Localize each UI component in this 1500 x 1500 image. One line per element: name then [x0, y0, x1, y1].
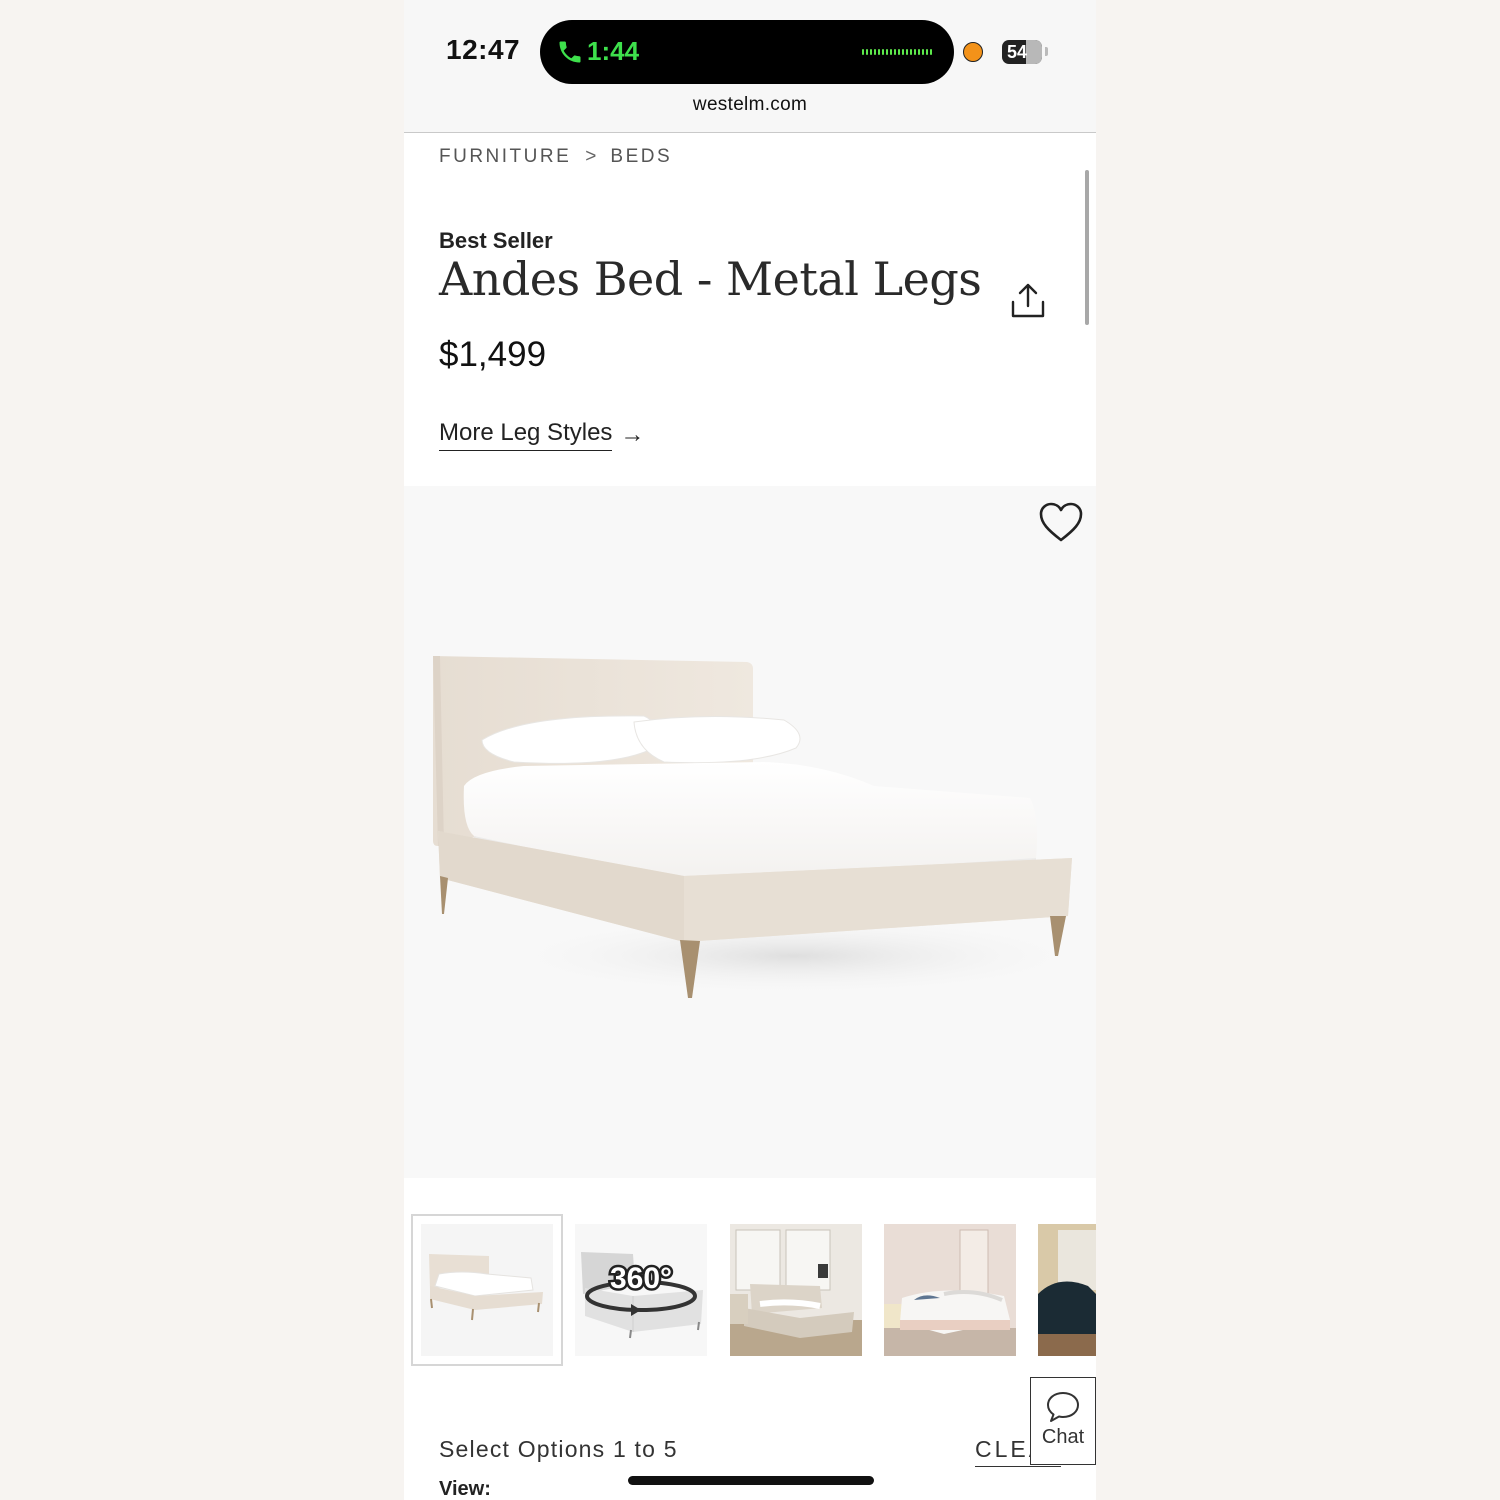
breadcrumb-item-beds[interactable]: BEDS [610, 146, 672, 168]
url-bar[interactable]: westelm.com [404, 94, 1096, 116]
more-leg-styles-link[interactable]: More Leg Styles → [439, 419, 644, 451]
thumbnail-360-view[interactable]: 360° [575, 1224, 707, 1356]
product-price: $1,499 [439, 335, 547, 374]
select-options-heading: Select Options 1 to 5 [439, 1436, 678, 1462]
badge-360-label: 360° [610, 1262, 672, 1295]
bed-illustration [433, 656, 1094, 998]
battery-icon: 54 [1002, 40, 1042, 64]
speech-bubble-icon [1047, 1392, 1079, 1422]
thumbnail-3[interactable] [730, 1224, 862, 1356]
share-icon[interactable] [1010, 281, 1046, 319]
thumbnail-5[interactable] [1038, 1224, 1096, 1356]
breadcrumb: FURNITURE > BEDS [439, 146, 672, 168]
thumbnail-1[interactable] [421, 1224, 553, 1356]
chat-button[interactable]: Chat [1030, 1377, 1096, 1465]
view-label: View: [439, 1478, 491, 1500]
home-indicator[interactable] [628, 1476, 874, 1485]
phone-icon [559, 41, 581, 63]
breadcrumb-separator: > [585, 146, 597, 167]
thumbnail-strip: 360° [404, 1214, 1096, 1366]
microphone-indicator-dot [963, 42, 983, 62]
scrollbar[interactable] [1085, 170, 1089, 325]
best-seller-badge: Best Seller [439, 228, 553, 253]
thumbnail-4[interactable] [884, 1224, 1016, 1356]
audio-waveform-icon [862, 48, 932, 56]
breadcrumb-item-furniture[interactable]: FURNITURE [439, 146, 571, 168]
heart-icon[interactable] [1038, 501, 1084, 543]
phone-screen: 12:47 1:44 54 westelm.com FURNITURE > BE… [404, 0, 1096, 1500]
more-leg-styles-label: More Leg Styles [439, 419, 613, 451]
battery-level: 54 [1007, 42, 1028, 62]
dynamic-island[interactable]: 1:44 [540, 20, 954, 84]
status-bar: 12:47 1:44 54 westelm.com [404, 0, 1096, 133]
battery-cap [1045, 47, 1048, 56]
chat-label: Chat [1041, 1426, 1085, 1448]
product-hero-image[interactable] [404, 486, 1096, 1178]
product-title: Andes Bed - Metal Legs [439, 252, 982, 306]
call-timer: 1:44 [587, 36, 640, 66]
clock: 12:47 [446, 34, 521, 65]
arrow-right-icon: → [620, 421, 645, 448]
